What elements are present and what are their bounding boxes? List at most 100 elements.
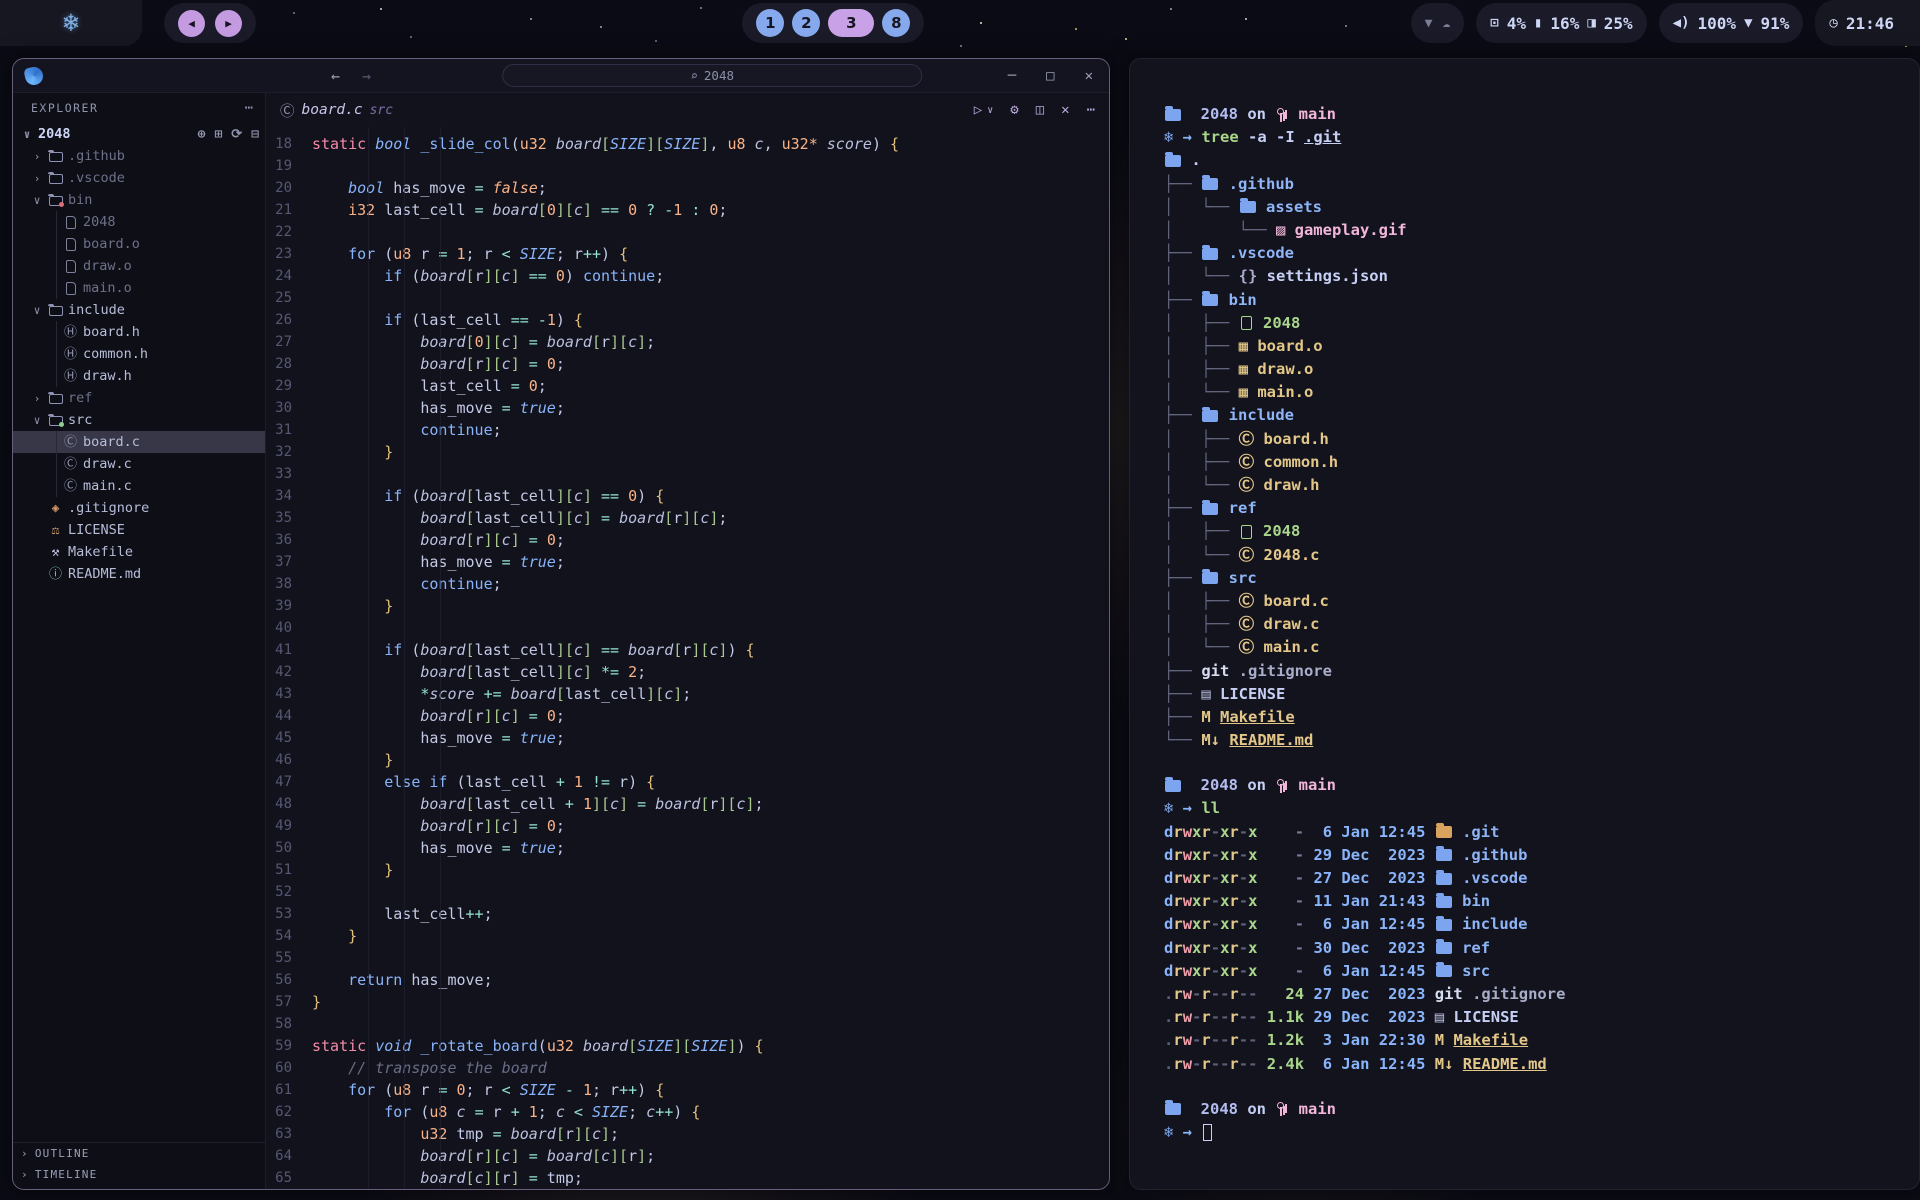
collapse-all-icon[interactable]: ⊟	[251, 127, 259, 142]
code-line-45[interactable]: 45 has_move = true;	[266, 727, 1109, 749]
code-line-63[interactable]: 63 u32 tmp = board[r][c];	[266, 1123, 1109, 1145]
code-area[interactable]: 18static bool _slide_col(u32 board[SIZE]…	[266, 127, 1109, 1189]
code-line-25[interactable]: 25	[266, 287, 1109, 309]
explorer-more-icon[interactable]: ⋯	[245, 100, 253, 116]
code-line-34[interactable]: 34 if (board[last_cell][c] == 0) {	[266, 485, 1109, 507]
explorer-item-Makefile[interactable]: ⚒Makefile	[13, 541, 265, 563]
code-line-64[interactable]: 64 board[r][c] = board[c][r];	[266, 1145, 1109, 1167]
code-line-51[interactable]: 51 }	[266, 859, 1109, 881]
run-button[interactable]: ▷	[974, 102, 982, 118]
code-line-46[interactable]: 46 }	[266, 749, 1109, 771]
explorer-item-board-c[interactable]: Ⓒboard.c	[13, 431, 265, 453]
run-dropdown-icon[interactable]: ∨	[987, 105, 993, 116]
code-line-59[interactable]: 59static void _rotate_board(u32 board[SI…	[266, 1035, 1109, 1057]
code-line-33[interactable]: 33	[266, 463, 1109, 485]
editor-titlebar[interactable]: ← → ⌕ 2048 ─ □ ✕	[13, 59, 1109, 93]
code-line-50[interactable]: 50 has_move = true;	[266, 837, 1109, 859]
code-line-31[interactable]: 31 continue;	[266, 419, 1109, 441]
code-line-35[interactable]: 35 board[last_cell][c] = board[r][c];	[266, 507, 1109, 529]
new-folder-icon[interactable]: ⊞	[214, 127, 222, 142]
code-line-54[interactable]: 54 }	[266, 925, 1109, 947]
code-line-36[interactable]: 36 board[r][c] = 0;	[266, 529, 1109, 551]
media-prev-button[interactable]: ◀	[178, 10, 205, 37]
explorer-item-draw-o[interactable]: draw.o	[13, 255, 265, 277]
nixos-launcher[interactable]: ❄	[0, 0, 142, 46]
workspace-8[interactable]: 8	[882, 9, 910, 37]
code-line-58[interactable]: 58	[266, 1013, 1109, 1035]
explorer-item-vscode[interactable]: ›.vscode	[13, 167, 265, 189]
code-line-48[interactable]: 48 board[last_cell + 1][c] = board[r][c]…	[266, 793, 1109, 815]
minimize-button[interactable]: ─	[1008, 68, 1016, 84]
explorer-item-board-o[interactable]: board.o	[13, 233, 265, 255]
explorer-item-board-h[interactable]: Ⓗboard.h	[13, 321, 265, 343]
maximize-button[interactable]: □	[1046, 68, 1054, 84]
outline-section[interactable]: › OUTLINE	[13, 1143, 265, 1164]
close-button[interactable]: ✕	[1085, 68, 1093, 84]
new-file-icon[interactable]: ⊕	[198, 127, 206, 142]
workspace-3-active[interactable]: 3	[828, 9, 874, 37]
code-line-24[interactable]: 24 if (board[r][c] == 0) continue;	[266, 265, 1109, 287]
explorer-item-README-md[interactable]: ⓘREADME.md	[13, 563, 265, 585]
explorer-item-github[interactable]: ›.github	[13, 145, 265, 167]
explorer-item-draw-h[interactable]: Ⓗdraw.h	[13, 365, 265, 387]
code-line-28[interactable]: 28 board[r][c] = 0;	[266, 353, 1109, 375]
line-number: 26	[266, 309, 312, 331]
workspace-2[interactable]: 2	[792, 9, 820, 37]
nav-back-icon[interactable]: ←	[331, 67, 340, 85]
explorer-item-draw-c[interactable]: Ⓒdraw.c	[13, 453, 265, 475]
code-line-26[interactable]: 26 if (last_cell == -1) {	[266, 309, 1109, 331]
code-line-60[interactable]: 60 // transpose the board	[266, 1057, 1109, 1079]
explorer-item-main-c[interactable]: Ⓒmain.c	[13, 475, 265, 497]
settings-gear-icon[interactable]: ⚙	[1010, 102, 1018, 118]
code-line-21[interactable]: 21 i32 last_cell = board[0][c] == 0 ? -1…	[266, 199, 1109, 221]
code-line-61[interactable]: 61 for (u8 r = 0; r < SIZE - 1; r++) {	[266, 1079, 1109, 1101]
more-actions-icon[interactable]: ⋯	[1087, 102, 1095, 118]
timeline-section[interactable]: › TIMELINE	[13, 1164, 265, 1185]
workspace-1[interactable]: 1	[756, 9, 784, 37]
code-line-40[interactable]: 40	[266, 617, 1109, 639]
explorer-item-2048[interactable]: 2048	[13, 211, 265, 233]
code-line-52[interactable]: 52	[266, 881, 1109, 903]
code-line-32[interactable]: 32 }	[266, 441, 1109, 463]
explorer-item-LICENSE[interactable]: ⚖LICENSE	[13, 519, 265, 541]
code-line-49[interactable]: 49 board[r][c] = 0;	[266, 815, 1109, 837]
code-line-41[interactable]: 41 if (board[last_cell][c] == board[r][c…	[266, 639, 1109, 661]
code-line-53[interactable]: 53 last_cell++;	[266, 903, 1109, 925]
code-line-43[interactable]: 43 *score += board[last_cell][c];	[266, 683, 1109, 705]
code-line-44[interactable]: 44 board[r][c] = 0;	[266, 705, 1109, 727]
code-line-22[interactable]: 22	[266, 221, 1109, 243]
code-line-19[interactable]: 19	[266, 155, 1109, 177]
code-line-18[interactable]: 18static bool _slide_col(u32 board[SIZE]…	[266, 133, 1109, 155]
code-line-42[interactable]: 42 board[last_cell][c] *= 2;	[266, 661, 1109, 683]
explorer-item-bin[interactable]: ∨bin	[13, 189, 265, 211]
explorer-item-ref[interactable]: ›ref	[13, 387, 265, 409]
code-line-29[interactable]: 29 last_cell = 0;	[266, 375, 1109, 397]
nav-forward-icon[interactable]: →	[362, 67, 371, 85]
explorer-root-2048[interactable]: ∨ 2048 ⊕ ⊞ ⟳ ⊟	[13, 123, 265, 145]
explorer-item-main-o[interactable]: main.o	[13, 277, 265, 299]
explorer-item-common-h[interactable]: Ⓗcommon.h	[13, 343, 265, 365]
split-editor-icon[interactable]: ◫	[1036, 102, 1044, 118]
code-line-27[interactable]: 27 board[0][c] = board[r][c];	[266, 331, 1109, 353]
code-line-57[interactable]: 57}	[266, 991, 1109, 1013]
command-search-box[interactable]: ⌕ 2048	[502, 64, 922, 87]
code-line-20[interactable]: 20 bool has_move = false;	[266, 177, 1109, 199]
code-line-38[interactable]: 38 continue;	[266, 573, 1109, 595]
refresh-icon[interactable]: ⟳	[231, 127, 242, 142]
code-line-55[interactable]: 55	[266, 947, 1109, 969]
terminal-window[interactable]: 2048 on main❄ → tree -a -I .git .├── .gi…	[1129, 58, 1920, 1190]
explorer-item-include[interactable]: ∨include	[13, 299, 265, 321]
code-line-62[interactable]: 62 for (u8 c = r + 1; c < SIZE; c++) {	[266, 1101, 1109, 1123]
close-editor-icon[interactable]: ✕	[1061, 102, 1069, 118]
code-line-30[interactable]: 30 has_move = true;	[266, 397, 1109, 419]
media-next-button[interactable]: ▶	[215, 10, 242, 37]
code-line-56[interactable]: 56 return has_move;	[266, 969, 1109, 991]
code-line-65[interactable]: 65 board[c][r] = tmp;	[266, 1167, 1109, 1189]
code-line-47[interactable]: 47 else if (last_cell + 1 != r) {	[266, 771, 1109, 793]
explorer-item-gitignore[interactable]: ◈.gitignore	[13, 497, 265, 519]
explorer-item-src[interactable]: ∨src	[13, 409, 265, 431]
tab-board-c[interactable]: Ⓒ board.c src	[280, 100, 393, 121]
code-line-37[interactable]: 37 has_move = true;	[266, 551, 1109, 573]
code-line-39[interactable]: 39 }	[266, 595, 1109, 617]
code-line-23[interactable]: 23 for (u8 r = 1; r < SIZE; r++) {	[266, 243, 1109, 265]
